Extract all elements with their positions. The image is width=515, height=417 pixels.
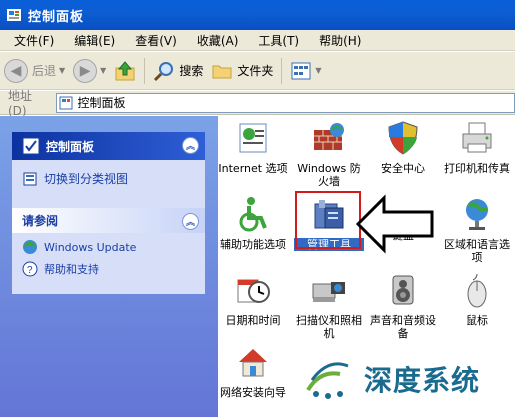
menu-tools[interactable]: 工具(T) <box>258 32 299 49</box>
globe-icon <box>466 199 489 230</box>
switch-category-view-link[interactable]: 切换到分类视图 <box>22 170 205 187</box>
help-icon: ? <box>22 261 38 277</box>
views-button[interactable]: ▼ <box>286 56 325 86</box>
item-label: 日期和时间 <box>225 314 281 327</box>
link-label: Windows Update <box>44 240 137 254</box>
printer-icon <box>462 122 492 153</box>
back-button[interactable]: ◀ 后退 ▼ <box>0 56 69 86</box>
item-label: 网络安装向导 <box>220 386 286 399</box>
panel-title: 请参阅 <box>22 214 59 228</box>
menu-favorites[interactable]: 收藏(A) <box>197 32 239 49</box>
toolbar-separator <box>281 57 283 84</box>
dropdown-arrow-icon: ▼ <box>59 66 66 75</box>
item-sounds-audio[interactable]: 声音和音频设备 <box>368 272 438 340</box>
item-security-center[interactable]: 安全中心 <box>368 120 438 175</box>
item-label: 辅助功能选项 <box>220 238 286 251</box>
search-button[interactable]: 搜索 <box>149 56 207 86</box>
item-label: 区域和语言选项 <box>444 238 510 264</box>
toolbar-separator <box>144 57 146 84</box>
help-support-link[interactable]: ? 帮助和支持 <box>22 261 205 277</box>
item-label: 声音和音频设备 <box>370 314 436 340</box>
control-panel-icon <box>7 9 21 21</box>
menu-help[interactable]: 帮助(H) <box>319 32 361 49</box>
see-also-panel: 请参阅 ︽ Windows Update ? 帮助和支持 <box>12 208 205 294</box>
home-network-icon <box>239 349 267 377</box>
forward-button[interactable]: ▶ ▼ <box>69 56 110 86</box>
folder-up-icon <box>115 60 135 80</box>
watermark-logo-icon <box>306 361 349 399</box>
dropdown-arrow-icon: ▼ <box>100 66 107 75</box>
menu-view[interactable]: 查看(V) <box>135 32 177 49</box>
control-panel-icon <box>59 96 73 109</box>
svg-text:?: ? <box>27 265 33 276</box>
link-label: 切换到分类视图 <box>44 172 129 186</box>
item-regional-language[interactable]: 区域和语言选项 <box>442 196 512 264</box>
item-windows-firewall[interactable]: Windows 防火墙 <box>294 120 364 188</box>
back-arrow-icon: ◀ <box>4 58 28 83</box>
collapse-chevron-icon[interactable]: ︽ <box>182 137 199 154</box>
folder-icon <box>212 65 232 78</box>
back-label: 后退 <box>32 64 57 78</box>
windows-update-icon <box>23 240 37 254</box>
address-value: 控制面板 <box>77 96 126 110</box>
menu-file[interactable]: 文件(F) <box>14 32 54 49</box>
address-bar: 地址(D) 控制面板 <box>0 89 515 118</box>
watermark: 深度系统 <box>300 340 515 417</box>
toolbar: ◀ 后退 ▼ ▶ ▼ 搜索 文件夹 ▼ <box>0 52 515 90</box>
scanner-camera-icon <box>312 282 345 302</box>
item-label: 打印机和传真 <box>444 162 510 175</box>
item-internet-options[interactable]: Internet 选项 <box>218 120 288 175</box>
search-label: 搜索 <box>179 64 204 78</box>
folders-label: 文件夹 <box>237 64 274 78</box>
dropdown-arrow-icon: ▼ <box>315 66 322 75</box>
menu-bar: 文件(F) 编辑(E) 查看(V) 收藏(A) 工具(T) 帮助(H) <box>0 30 515 51</box>
clock-calendar-icon <box>237 279 270 303</box>
control-panel-header[interactable]: 控制面板 ︽ <box>12 132 205 160</box>
collapse-chevron-icon[interactable]: ︽ <box>182 213 199 230</box>
accessibility-icon <box>239 197 267 232</box>
address-label: 地址(D) <box>8 89 33 118</box>
category-view-icon <box>23 172 37 185</box>
item-scanners-cameras[interactable]: 扫描仪和照相机 <box>294 272 364 340</box>
search-icon <box>154 61 174 81</box>
shield-icon <box>388 121 418 155</box>
window-title: 控制面板 <box>28 9 85 25</box>
views-icon <box>291 62 311 79</box>
panel-title: 控制面板 <box>46 139 95 154</box>
title-bar[interactable]: 控制面板 <box>0 0 515 30</box>
menu-edit[interactable]: 编辑(E) <box>74 32 115 49</box>
item-label: 鼠标 <box>466 314 488 327</box>
item-date-time[interactable]: 日期和时间 <box>218 272 288 327</box>
control-panel-panel: 控制面板 ︽ 切换到分类视图 <box>12 132 205 210</box>
item-accessibility-options[interactable]: 辅助功能选项 <box>218 196 288 251</box>
highlight-box <box>295 191 361 249</box>
pointer-arrow-icon <box>356 194 434 254</box>
address-input[interactable]: 控制面板 <box>56 92 515 113</box>
up-button[interactable] <box>110 56 140 86</box>
speaker-icon <box>392 275 414 305</box>
item-label: 安全中心 <box>381 162 425 175</box>
item-printers-faxes[interactable]: 打印机和传真 <box>442 120 512 175</box>
link-label: 帮助和支持 <box>44 263 99 276</box>
mouse-icon <box>467 273 487 308</box>
firewall-icon <box>314 123 344 150</box>
item-network-setup-wizard[interactable]: 网络安装向导 <box>218 344 288 399</box>
watermark-text: 深度系统 <box>364 363 481 397</box>
control-panel-icon <box>22 137 40 155</box>
item-mouse[interactable]: 鼠标 <box>442 272 512 327</box>
internet-options-icon <box>239 123 267 153</box>
folders-button[interactable]: 文件夹 <box>207 56 277 86</box>
see-also-header[interactable]: 请参阅 ︽ <box>12 208 205 233</box>
item-label: Internet 选项 <box>218 162 288 175</box>
windows-update-link[interactable]: Windows Update <box>22 239 205 255</box>
item-label: 扫描仪和照相机 <box>296 314 362 340</box>
item-label: Windows 防火墙 <box>297 162 361 188</box>
forward-arrow-icon: ▶ <box>73 58 98 83</box>
task-pane: 控制面板 ︽ 切换到分类视图 请参阅 ︽ Windows Update ? 帮助… <box>0 116 218 417</box>
